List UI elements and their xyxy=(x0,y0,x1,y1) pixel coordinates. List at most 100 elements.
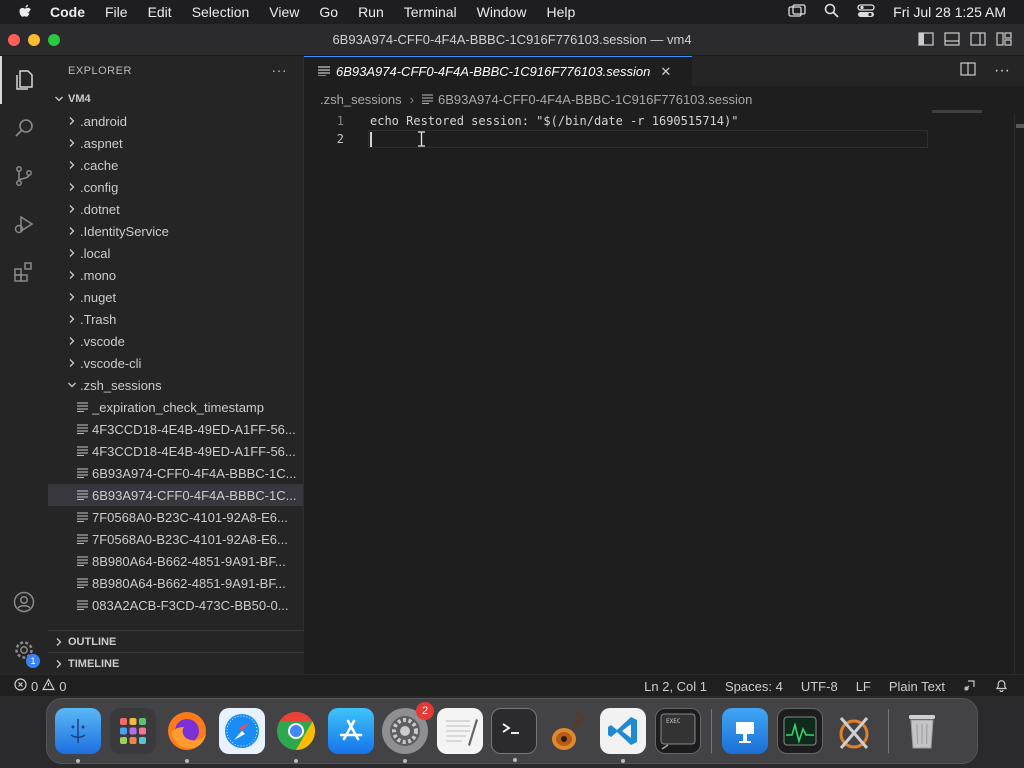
apple-logo-icon[interactable] xyxy=(18,4,36,20)
indentation-setting[interactable]: Spaces: 4 xyxy=(725,679,783,694)
folder-item[interactable]: .local xyxy=(48,242,303,264)
file-item[interactable]: 8B980A64-B662-4851-9A91-BF... xyxy=(48,550,303,572)
menu-go[interactable]: Go xyxy=(319,4,338,20)
system-settings-icon[interactable]: 2 xyxy=(382,702,434,763)
file-item[interactable]: 083A2ACB-F3CD-473C-BB50-0... xyxy=(48,594,303,616)
folder-item[interactable]: .vscode xyxy=(48,330,303,352)
vertical-scrollbar[interactable] xyxy=(1014,114,1024,674)
language-mode[interactable]: Plain Text xyxy=(889,679,945,694)
workspace-root-folder[interactable]: VM4 xyxy=(48,88,303,110)
code-editor[interactable]: 1 echo Restored session: "$(/bin/date -r… xyxy=(304,112,1024,148)
folder-item[interactable]: .IdentityService xyxy=(48,220,303,242)
breadcrumb-file[interactable]: 6B93A974-CFF0-4F4A-BBBC-1C916F776103.ses… xyxy=(438,92,752,107)
file-item[interactable]: 7F0568A0-B23C-4101-92A8-E6... xyxy=(48,506,303,528)
warning-icon xyxy=(42,678,56,694)
breadcrumb-folder[interactable]: .zsh_sessions xyxy=(320,92,402,107)
file-item[interactable]: 8B980A64-B662-4851-9A91-BF... xyxy=(48,572,303,594)
terminal-icon[interactable] xyxy=(491,708,537,762)
code-line[interactable]: 1 echo Restored session: "$(/bin/date -r… xyxy=(304,112,1024,130)
script-editor-icon[interactable]: EXEC xyxy=(654,708,701,754)
customize-layout-icon[interactable] xyxy=(996,32,1012,51)
file-item[interactable]: 6B93A974-CFF0-4F4A-BBBC-1C... xyxy=(48,462,303,484)
current-line-highlight xyxy=(368,130,928,148)
file-item[interactable]: _expiration_check_timestamp xyxy=(48,396,303,418)
tab-close-icon[interactable]: ✕ xyxy=(660,64,671,80)
explorer-more-actions-icon[interactable]: ··· xyxy=(272,62,288,78)
menu-selection[interactable]: Selection xyxy=(192,4,250,20)
folder-item[interactable]: .vscode-cli xyxy=(48,352,303,374)
open-folder-zsh-sessions[interactable]: .zsh_sessions xyxy=(48,374,303,396)
textedit-icon[interactable] xyxy=(436,708,483,754)
keynote-icon[interactable] xyxy=(722,708,768,754)
source-control-icon[interactable] xyxy=(0,152,48,200)
toggle-primary-sidebar-icon[interactable] xyxy=(918,32,934,51)
toggle-secondary-sidebar-icon[interactable] xyxy=(970,32,986,51)
launchpad-icon[interactable] xyxy=(109,708,156,754)
network-utility-icon[interactable] xyxy=(831,708,877,754)
trash-icon[interactable] xyxy=(899,708,945,754)
menu-edit[interactable]: Edit xyxy=(148,4,172,20)
notifications-bell-icon[interactable] xyxy=(995,678,1008,695)
split-editor-icon[interactable] xyxy=(960,62,976,81)
file-item-selected[interactable]: 6B93A974-CFF0-4F4A-BBBC-1C... xyxy=(48,484,303,506)
file-item[interactable]: 4F3CCD18-4E4B-49ED-A1FF-56... xyxy=(48,440,303,462)
folder-item[interactable]: .Trash xyxy=(48,308,303,330)
accounts-icon[interactable] xyxy=(0,578,48,626)
folder-item[interactable]: .aspnet xyxy=(48,132,303,154)
chrome-icon[interactable] xyxy=(273,708,319,763)
folder-label: .vscode-cli xyxy=(80,355,142,371)
menu-app-name[interactable]: Code xyxy=(50,4,85,20)
search-icon[interactable] xyxy=(0,104,48,152)
safari-icon[interactable] xyxy=(218,708,265,754)
folder-item[interactable]: .config xyxy=(48,176,303,198)
manage-gear-icon[interactable]: 1 xyxy=(0,626,48,674)
text-file-icon xyxy=(318,64,330,79)
firefox-icon[interactable] xyxy=(164,708,210,763)
chevron-right-icon xyxy=(64,248,80,258)
menu-view[interactable]: View xyxy=(269,4,299,20)
outline-section[interactable]: OUTLINE xyxy=(48,630,304,652)
menubar-clock[interactable]: Fri Jul 28 1:25 AM xyxy=(893,4,1006,20)
more-actions-icon[interactable]: ··· xyxy=(994,62,1010,81)
file-item[interactable]: 4F3CCD18-4E4B-49ED-A1FF-56... xyxy=(48,418,303,440)
menu-run[interactable]: Run xyxy=(358,4,384,20)
file-list: _expiration_check_timestamp 4F3CCD18-4E4B… xyxy=(48,396,303,616)
editor-tab-active[interactable]: 6B93A974-CFF0-4F4A-BBBC-1C916F776103.ses… xyxy=(304,56,692,86)
problems-indicator[interactable]: 0 0 xyxy=(14,678,66,694)
file-encoding[interactable]: UTF-8 xyxy=(801,679,838,694)
folder-item[interactable]: .cache xyxy=(48,154,303,176)
spotlight-search-icon[interactable] xyxy=(824,3,839,21)
menu-file[interactable]: File xyxy=(105,4,128,20)
end-of-line[interactable]: LF xyxy=(856,679,871,694)
menu-help[interactable]: Help xyxy=(546,4,575,20)
cursor-position[interactable]: Ln 2, Col 1 xyxy=(644,679,707,694)
app-store-icon[interactable] xyxy=(327,708,374,754)
menu-window[interactable]: Window xyxy=(477,4,527,20)
vscode-icon[interactable] xyxy=(600,708,646,763)
finder-icon[interactable] xyxy=(55,708,101,763)
chevron-right-icon xyxy=(64,270,80,280)
line-text[interactable]: echo Restored session: "$(/bin/date -r 1… xyxy=(344,114,738,128)
scrollbar-thumb[interactable] xyxy=(1016,124,1024,128)
text-file-icon xyxy=(74,600,90,610)
minimap[interactable] xyxy=(932,110,982,113)
chevron-right-icon xyxy=(64,116,80,126)
folder-label: .cache xyxy=(80,157,119,173)
explorer-icon[interactable] xyxy=(0,56,48,104)
extensions-icon[interactable] xyxy=(0,248,48,296)
control-center-icon[interactable] xyxy=(857,3,875,21)
menu-terminal[interactable]: Terminal xyxy=(404,4,457,20)
screen-mirroring-icon[interactable] xyxy=(788,3,806,21)
folder-item[interactable]: .nuget xyxy=(48,286,303,308)
folder-item[interactable]: .dotnet xyxy=(48,198,303,220)
feedback-icon[interactable] xyxy=(963,678,977,695)
garageband-icon[interactable] xyxy=(546,708,592,754)
file-item[interactable]: 7F0568A0-B23C-4101-92A8-E6... xyxy=(48,528,303,550)
run-and-debug-icon[interactable] xyxy=(0,200,48,248)
folder-item[interactable]: .mono xyxy=(48,264,303,286)
toggle-panel-icon[interactable] xyxy=(944,32,960,51)
file-label: 6B93A974-CFF0-4F4A-BBBC-1C... xyxy=(92,487,297,503)
folder-item[interactable]: .android xyxy=(48,110,303,132)
timeline-section[interactable]: TIMELINE xyxy=(48,652,304,674)
activity-monitor-icon[interactable] xyxy=(776,708,823,754)
